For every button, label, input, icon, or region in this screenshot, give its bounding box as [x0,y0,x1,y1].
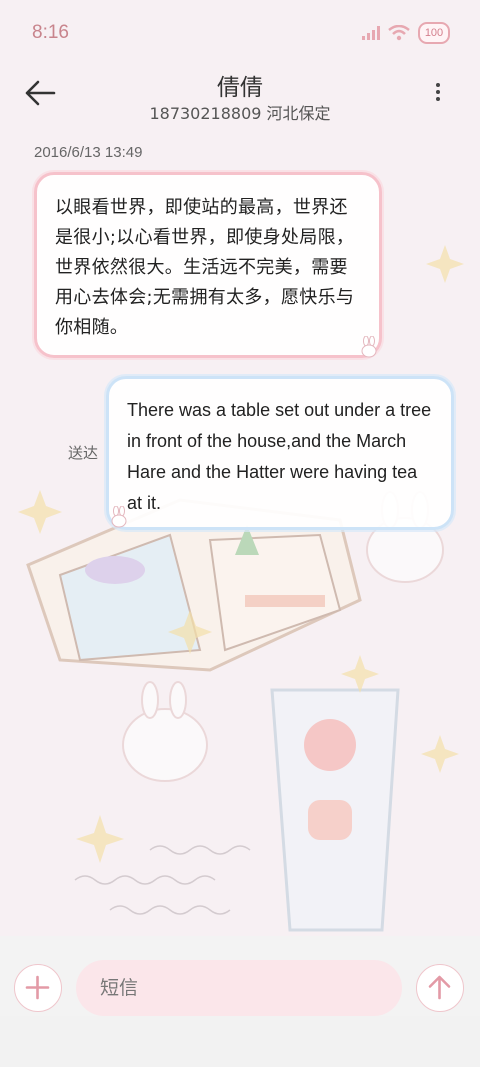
more-vertical-icon [432,83,444,101]
contact-name: 倩倩 [217,75,263,101]
incoming-message-text: 以眼看世界，即使站的最高，世界还是很小;以心看世界，即使身处局限，世界依然很大。… [55,197,355,338]
cup-doodle [270,688,400,932]
message-timestamp: 2016/6/13 13:49 [34,144,143,161]
contact-detail: 18730218809 河北保定 [149,104,331,123]
plus-icon [25,975,50,1000]
status-time: 8:16 [32,22,69,43]
bunny-sticker-icon [361,336,377,358]
incoming-message-bubble[interactable]: 以眼看世界，即使站的最高，世界还是很小;以心看世界，即使身处局限，世界依然很大。… [34,172,382,358]
conversation-header: 倩倩 18730218809 河北保定 [0,66,480,128]
battery-icon: 100 [418,22,450,44]
bunny-sticker-icon [111,506,127,528]
outgoing-message-text: There was a table set out under a tree i… [127,400,432,513]
send-button[interactable] [416,964,464,1012]
more-options-button[interactable] [432,80,444,108]
delivery-status: 送达 [68,444,99,462]
status-bar: 8:16 100 [0,0,480,66]
composer-bar: 短信 [0,936,480,1067]
arrow-up-icon [428,975,451,1000]
wifi-icon [388,25,410,41]
add-attachment-button[interactable] [14,964,62,1012]
status-icons: 100 [362,22,450,44]
signal-icon [362,26,380,40]
message-input[interactable]: 短信 [76,960,402,1016]
outgoing-message-bubble[interactable]: There was a table set out under a tree i… [106,376,454,530]
